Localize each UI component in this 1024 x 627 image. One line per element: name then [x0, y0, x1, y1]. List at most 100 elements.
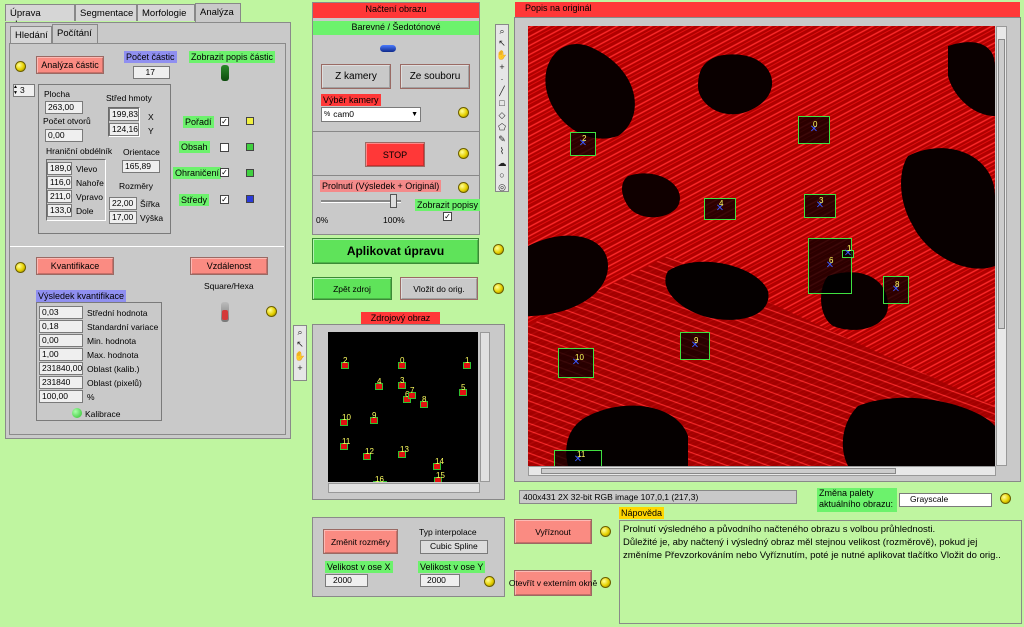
show-labels-checkbox[interactable]: ✓: [443, 212, 452, 221]
chevron-down-icon[interactable]: ▼: [411, 109, 418, 120]
tab-hledani[interactable]: Hledání: [10, 26, 52, 43]
stop-led: [458, 148, 469, 159]
opt-content-color[interactable]: [246, 143, 254, 151]
blend-slider-handle[interactable]: [390, 194, 397, 208]
point-icon[interactable]: ·: [496, 73, 508, 85]
source-particle-label: 12: [365, 447, 374, 456]
polygon-icon[interactable]: ⬠: [496, 121, 508, 133]
quant-label: Standardní variace: [87, 322, 159, 332]
zoom-icon[interactable]: ⌕: [496, 25, 508, 37]
tab-segmentace[interactable]: Segmentace: [75, 4, 137, 21]
crop-led: [600, 526, 611, 537]
opt-bounds-checkbox[interactable]: ✓: [220, 168, 229, 177]
image-status-bar: 400x431 2X 32-bit RGB image 107,0,1 (217…: [519, 490, 797, 504]
blend-slider-track[interactable]: [321, 200, 401, 203]
pointer-icon[interactable]: ↖: [294, 338, 306, 350]
bbox-top-value: 116,0: [47, 176, 72, 189]
from-camera-button[interactable]: Z kamery: [321, 64, 391, 89]
source-particle-label: 14: [435, 457, 444, 466]
opt-order-checkbox[interactable]: ✓: [220, 117, 229, 126]
particle-label: 8: [895, 280, 900, 289]
back-source-button[interactable]: Zpět zdroj: [312, 277, 392, 300]
polyline-icon[interactable]: ⌇: [496, 145, 508, 157]
main-vscroll[interactable]: [996, 26, 1007, 466]
opt-centers-checkbox[interactable]: ✓: [220, 195, 229, 204]
top-tabs: Úprava obrazu Segmentace Morfologie Anal…: [5, 3, 241, 30]
source-particle-label: 4: [377, 377, 382, 386]
tab-uprava-obrazu[interactable]: Úprava obrazu: [5, 4, 75, 30]
quant-value: 0,03: [39, 306, 83, 319]
particle-bounding-box: ✕ 9: [680, 332, 710, 360]
resize-button[interactable]: Změnit rozměry: [323, 529, 398, 554]
stepper-arrows-icon[interactable]: ▲ ▼: [13, 84, 18, 97]
open-external-button[interactable]: Otevřít v externím okně: [509, 570, 597, 596]
annulus-icon[interactable]: ◎: [496, 181, 508, 193]
center-x-label: X: [148, 112, 154, 122]
hand-icon[interactable]: ✋: [496, 49, 508, 61]
color-mode-toggle[interactable]: [380, 45, 396, 52]
particle-count-value: 17: [133, 66, 170, 79]
source-hscroll[interactable]: [328, 483, 480, 493]
help-title: Nápověda: [619, 507, 665, 519]
particle-bounding-box: ✕ 0: [798, 116, 830, 144]
interp-select[interactable]: Cubic Spline: [420, 540, 488, 554]
crop-button[interactable]: Vyříznout: [514, 519, 592, 544]
oval-icon[interactable]: ○: [496, 169, 508, 181]
palette-select[interactable]: Grayscale: [899, 493, 992, 507]
particle-bounding-box: ✕ 1: [842, 244, 854, 259]
quantify-button[interactable]: Kvantifikace: [36, 257, 114, 275]
tab-analyza[interactable]: Analýza: [195, 3, 241, 22]
rotated-rect-icon[interactable]: ◇: [496, 109, 508, 121]
source-particle-label: 7: [410, 386, 415, 395]
opt-order-label: Pořadí: [183, 116, 214, 128]
quant-label: Max. hodnota: [87, 350, 139, 360]
bbox-label: Hraniční obdélník: [46, 146, 113, 156]
main-hscroll[interactable]: [528, 466, 996, 476]
orientation-label: Orientace: [123, 147, 160, 157]
source-vscroll[interactable]: [480, 332, 490, 482]
show-particle-labels-label: Zobrazit popis částic: [189, 51, 276, 63]
quant-value: 0,00: [39, 334, 83, 347]
apply-button[interactable]: Aplikovat úpravu: [312, 238, 479, 264]
width-value: 22,00: [109, 197, 137, 210]
zoom-icon[interactable]: ⌕: [294, 326, 306, 338]
camera-select[interactable]: % cam0 ▼: [321, 107, 421, 122]
crosshair-icon[interactable]: +: [496, 61, 508, 73]
quant-label: Oblast (kalib.): [87, 364, 140, 374]
freehand-icon[interactable]: ✎: [496, 133, 508, 145]
height-label: Výška: [140, 213, 164, 223]
hand-icon[interactable]: ✋: [294, 350, 306, 362]
size-y-value: 2000: [427, 575, 446, 585]
size-x-input[interactable]: 2000: [325, 574, 368, 587]
interp-label: Typ interpolace: [419, 527, 477, 537]
stop-button[interactable]: STOP: [365, 142, 425, 167]
crosshair-icon[interactable]: +: [294, 362, 306, 374]
distance-button[interactable]: Vzdálenost: [190, 257, 268, 275]
line-icon[interactable]: ╱: [496, 85, 508, 97]
quant-label: Min. hodnota: [87, 336, 137, 346]
camera-select-value: cam0: [333, 109, 355, 119]
source-particle-label: 5: [461, 383, 466, 392]
from-file-button[interactable]: Ze souboru: [400, 64, 470, 89]
show-labels-toggle[interactable]: [221, 65, 229, 81]
bbox-left-value: 189,0: [47, 162, 72, 175]
opt-content-checkbox[interactable]: [220, 143, 229, 152]
source-particle-label: 16: [375, 475, 384, 482]
particle-bounding-box: ✕ 2: [570, 132, 596, 156]
camera-led: [458, 107, 469, 118]
opt-centers-color[interactable]: [246, 195, 254, 203]
rectangle-icon[interactable]: □: [496, 97, 508, 109]
analyze-particles-button[interactable]: Analýza částic: [36, 56, 104, 74]
opt-centers-label: Středy: [179, 194, 210, 206]
paste-original-button[interactable]: Vložit do orig.: [400, 277, 478, 300]
tab-pocitani[interactable]: Počítání: [52, 24, 98, 43]
square-hexa-toggle[interactable]: [221, 302, 229, 322]
opt-bounds-color[interactable]: [246, 169, 254, 177]
freehand-region-icon[interactable]: ☁: [496, 157, 508, 169]
opt-order-color[interactable]: [246, 117, 254, 125]
size-y-input[interactable]: 2000: [420, 574, 460, 587]
center-y-label: Y: [148, 126, 154, 136]
pointer-icon[interactable]: ↖: [496, 37, 508, 49]
color-mode-label: Barevné / Šedotónové: [313, 21, 479, 35]
tab-morfologie[interactable]: Morfologie: [137, 4, 195, 21]
